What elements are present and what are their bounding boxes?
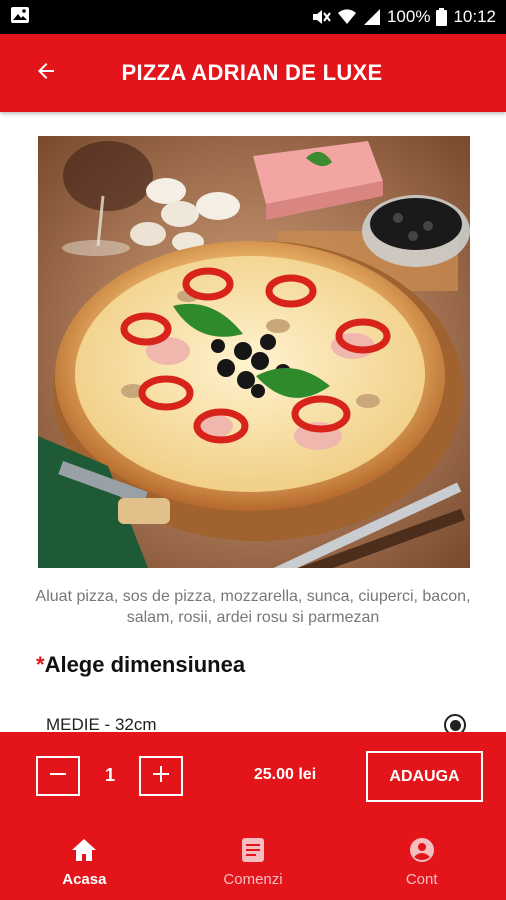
back-button[interactable] bbox=[16, 43, 76, 103]
battery-level-label: 100% bbox=[386, 7, 431, 26]
orders-icon bbox=[241, 835, 265, 865]
clock-time: 10:12 bbox=[453, 7, 496, 26]
wifi-icon bbox=[337, 8, 357, 26]
battery-icon bbox=[436, 8, 448, 26]
page-title: PIZZA ADRIAN DE LUXE bbox=[121, 60, 383, 85]
size-option-label: MEDIE - 32cm bbox=[46, 715, 157, 732]
product-description: Aluat pizza, sos de pizza, mozzarella, s… bbox=[35, 588, 471, 626]
add-to-cart-button[interactable]: ADAUGA bbox=[366, 751, 483, 802]
order-bar: 1 25.00 lei ADAUGA bbox=[0, 732, 506, 822]
image-icon bbox=[10, 6, 30, 29]
app-bar: PIZZA ADRIAN DE LUXE bbox=[0, 34, 506, 112]
total-price: 25.00 lei bbox=[253, 766, 317, 783]
signal-icon bbox=[363, 8, 381, 26]
size-section-title: *Alege dimensiunea bbox=[36, 652, 245, 678]
nav-label-cont: Cont bbox=[405, 870, 438, 888]
size-option-medie[interactable]: MEDIE - 32cm bbox=[0, 708, 506, 732]
bottom-navigation: Acasa Comenzi Cont bbox=[0, 822, 506, 900]
home-icon bbox=[71, 835, 97, 865]
arrow-back-icon bbox=[34, 59, 58, 88]
quantity-value: 1 bbox=[104, 765, 115, 785]
radio-selected-icon[interactable] bbox=[444, 714, 466, 732]
nav-item-acasa[interactable]: Acasa bbox=[0, 822, 169, 900]
nav-item-comenzi[interactable]: Comenzi bbox=[169, 822, 338, 900]
product-content[interactable]: Aluat pizza, sos de pizza, mozzarella, s… bbox=[0, 112, 506, 732]
size-section-label: Alege dimensiunea bbox=[44, 652, 246, 677]
plus-icon bbox=[151, 764, 171, 789]
status-bar: 100% 10:12 bbox=[0, 0, 506, 34]
mute-icon bbox=[311, 8, 331, 26]
nav-label-comenzi: Comenzi bbox=[223, 870, 283, 888]
required-marker: * bbox=[36, 652, 45, 677]
increase-quantity-button[interactable] bbox=[139, 756, 183, 796]
nav-item-cont[interactable]: Cont bbox=[337, 822, 506, 900]
decrease-quantity-button[interactable] bbox=[36, 756, 80, 796]
nav-label-acasa: Acasa bbox=[62, 870, 107, 888]
account-icon bbox=[409, 835, 435, 865]
minus-icon bbox=[48, 764, 68, 789]
pizza-photo bbox=[38, 136, 470, 568]
app-screen: 100% 10:12 PIZZA ADRIAN DE LUXE Aluat pi… bbox=[0, 0, 506, 900]
